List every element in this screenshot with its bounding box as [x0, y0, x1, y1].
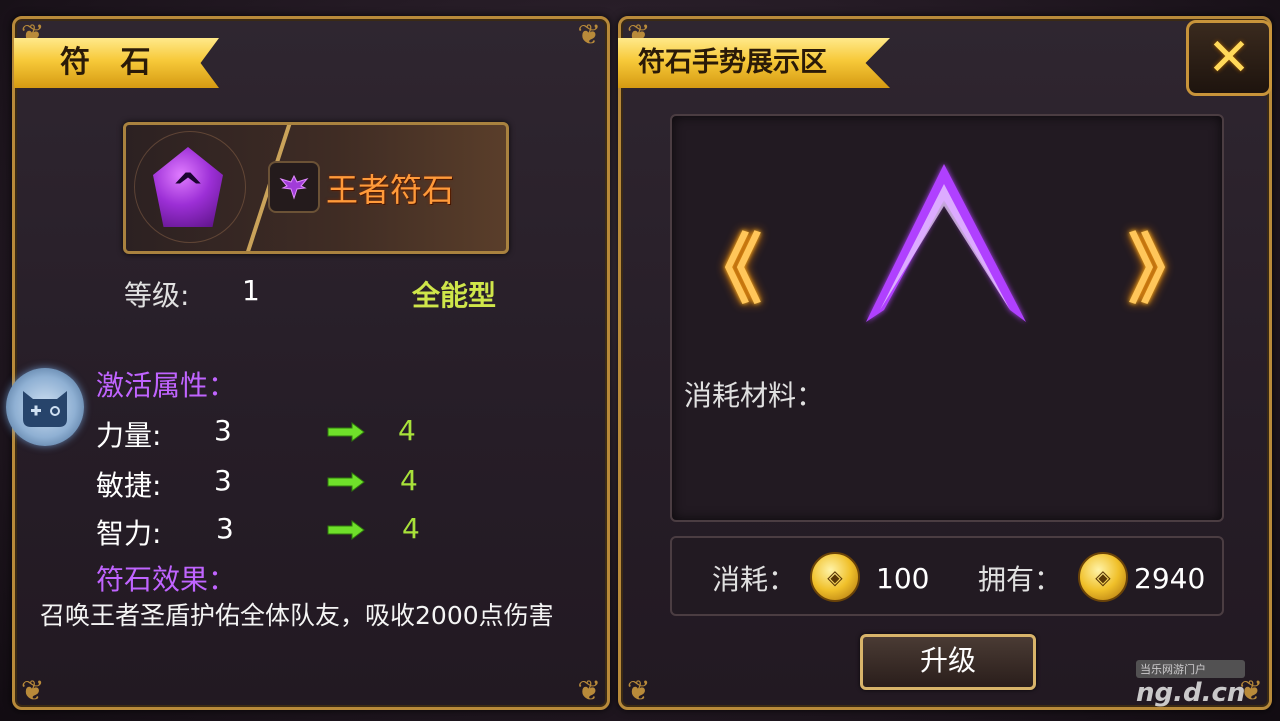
corner-ornament-icon: ❦	[577, 18, 601, 51]
rune-effect-description: 召唤王者圣盾护佑全体队友，吸收2000点伤害	[40, 601, 554, 630]
caret-gesture-icon	[866, 164, 1026, 322]
close-button[interactable]: ✕	[1186, 20, 1272, 96]
rune-name: 王者符石	[326, 171, 455, 209]
rune-type-label: 全能型	[412, 279, 497, 312]
watermark-logo-text: ng.d.cn	[1136, 678, 1246, 708]
green-right-arrow-icon	[326, 472, 366, 492]
watermark-small-text: 当乐网游门户	[1136, 660, 1246, 678]
green-right-arrow-icon	[326, 422, 366, 442]
gem-glyph: ^	[171, 166, 205, 212]
attr-agility-to: 4	[400, 464, 418, 497]
gamepad-cat-icon	[23, 391, 67, 427]
attr-intelligence-to: 4	[402, 512, 420, 545]
floating-gamepad-button[interactable]	[6, 368, 84, 446]
corner-ornament-icon: ❦	[627, 674, 651, 707]
corner-ornament-icon: ❦	[21, 674, 45, 707]
owned-label: 拥有：	[978, 563, 1063, 596]
attr-intelligence-from: 3	[216, 512, 234, 545]
attr-strength-from: 3	[214, 414, 232, 447]
attr-agility-from: 3	[214, 464, 232, 497]
gold-coin-icon: ◈	[810, 552, 860, 602]
cost-label: 消耗：	[712, 563, 797, 596]
gold-coin-icon: ◈	[1078, 552, 1128, 602]
cost-value: 100	[876, 562, 930, 595]
attr-agility-label: 敏捷:	[96, 469, 162, 502]
next-gesture-button[interactable]: 》	[1128, 208, 1204, 318]
corner-ornament-icon: ❦	[577, 674, 601, 707]
level-value: 1	[242, 274, 260, 307]
previous-gesture-button[interactable]: 《	[686, 208, 762, 318]
rune-card[interactable]: ^ 王者符石	[123, 122, 509, 254]
rune-panel-title: 符 石	[14, 38, 219, 88]
attr-strength-to: 4	[398, 414, 416, 447]
material-cost-label: 消耗材料：	[684, 379, 825, 412]
site-watermark: 当乐网游门户 ng.d.cn	[1136, 660, 1246, 708]
close-icon: ✕	[1207, 28, 1251, 88]
green-right-arrow-icon	[326, 520, 366, 540]
level-label: 等级:	[124, 279, 190, 312]
upgrade-button[interactable]: 升级	[860, 634, 1036, 690]
attr-intelligence-label: 智力:	[96, 517, 162, 550]
eagle-emblem-icon	[268, 161, 320, 213]
gesture-panel-title: 符石手势展示区	[618, 38, 890, 88]
owned-value: 2940	[1134, 562, 1206, 595]
attr-strength-label: 力量:	[96, 419, 162, 452]
rune-effect-heading: 符石效果：	[96, 563, 237, 596]
activate-attributes-heading: 激活属性：	[96, 369, 237, 402]
